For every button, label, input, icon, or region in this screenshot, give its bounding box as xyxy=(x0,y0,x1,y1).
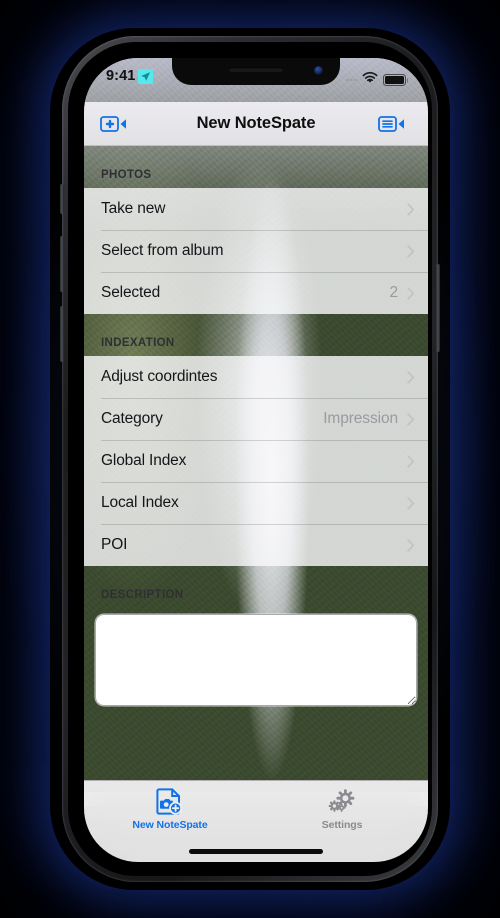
iphone-device: 9:41 New NoteSpate PHOTOS Take new Selec… xyxy=(60,36,440,882)
chevron-right-icon xyxy=(407,244,415,258)
settings-list[interactable]: PHOTOS Take new Select from album Select… xyxy=(84,146,428,806)
screenshot-stage: 9:41 New NoteSpate PHOTOS Take new Selec… xyxy=(0,0,500,918)
row-label: Take new xyxy=(101,200,166,217)
signal-dots-icon xyxy=(346,78,357,82)
section-group-indexation: Adjust coordintes Category Impression Gl… xyxy=(84,356,428,566)
device-bezel: 9:41 New NoteSpate PHOTOS Take new Selec… xyxy=(68,42,432,876)
row-value: Impression xyxy=(323,410,398,427)
row-label: Local Index xyxy=(101,494,179,511)
home-indicator[interactable] xyxy=(189,849,323,854)
row-label: Global Index xyxy=(101,452,187,469)
video-camera-list-icon[interactable] xyxy=(378,111,412,137)
chevron-right-icon xyxy=(407,496,415,510)
row-poi[interactable]: POI xyxy=(84,524,428,566)
chevron-right-icon xyxy=(407,412,415,426)
location-arrow-icon xyxy=(138,68,154,84)
row-label: Select from album xyxy=(101,242,224,259)
section-header-indexation: INDEXATION xyxy=(101,337,175,349)
row-adjust-coordintes[interactable]: Adjust coordintes xyxy=(84,356,428,398)
power-button[interactable] xyxy=(436,264,440,352)
gears-icon xyxy=(327,787,357,817)
chevron-right-icon xyxy=(407,538,415,552)
description-group xyxy=(84,608,428,711)
row-value: 2 xyxy=(389,284,398,301)
tab-label: Settings xyxy=(321,819,363,831)
status-bar-right xyxy=(346,68,409,89)
device-screen: 9:41 New NoteSpate PHOTOS Take new Selec… xyxy=(84,58,428,862)
row-category[interactable]: Category Impression xyxy=(84,398,428,440)
tab-bar: New NoteSpate Settings xyxy=(84,780,428,862)
row-label: Selected xyxy=(101,284,161,301)
navigation-bar: New NoteSpate xyxy=(84,102,428,146)
mute-switch[interactable] xyxy=(60,184,64,214)
chevron-right-icon xyxy=(407,286,415,300)
section-header-description: DESCRIPTION xyxy=(101,589,184,601)
wifi-icon xyxy=(362,71,378,89)
row-label: Category xyxy=(101,410,163,427)
description-input[interactable] xyxy=(95,614,417,706)
chevron-right-icon xyxy=(407,454,415,468)
row-label: POI xyxy=(101,536,128,553)
row-selected[interactable]: Selected 2 xyxy=(84,272,428,314)
row-local-index[interactable]: Local Index xyxy=(84,482,428,524)
video-camera-plus-icon[interactable] xyxy=(100,111,134,137)
chevron-right-icon xyxy=(407,370,415,384)
volume-down-button[interactable] xyxy=(60,306,64,362)
document-camera-plus-icon xyxy=(155,787,185,817)
status-bar: 9:41 xyxy=(84,58,428,102)
tab-label: New NoteSpate xyxy=(132,819,208,831)
page-title: New NoteSpate xyxy=(196,114,316,132)
section-group-photos: Take new Select from album Selected 2 xyxy=(84,188,428,314)
status-clock: 9:41 xyxy=(106,68,136,84)
row-global-index[interactable]: Global Index xyxy=(84,440,428,482)
row-select-from-album[interactable]: Select from album xyxy=(84,230,428,272)
row-take-new[interactable]: Take new xyxy=(84,188,428,230)
volume-up-button[interactable] xyxy=(60,236,64,292)
battery-full-icon xyxy=(383,74,409,86)
row-label: Adjust coordintes xyxy=(101,368,218,385)
section-header-photos: PHOTOS xyxy=(101,169,152,181)
status-bar-left: 9:41 xyxy=(106,68,154,84)
chevron-right-icon xyxy=(407,202,415,216)
